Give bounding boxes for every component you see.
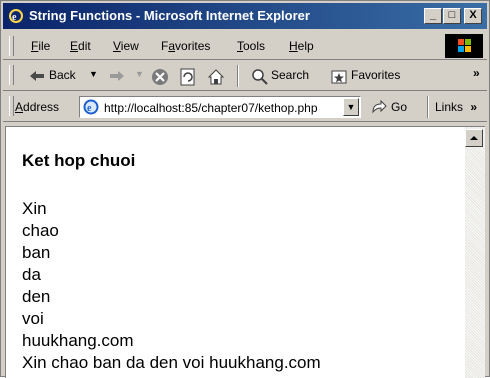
- windows-flag-icon: [458, 39, 471, 52]
- address-toolbar: Address e http://localhost:85/chapter07/…: [3, 92, 487, 122]
- favorites-icon: [331, 70, 347, 84]
- address-url[interactable]: http://localhost:85/chapter07/kethop.php: [104, 101, 342, 115]
- output-line: Xin: [22, 199, 47, 218]
- windows-logo: [445, 34, 483, 58]
- minimize-button[interactable]: _: [424, 8, 442, 24]
- menu-help[interactable]: Help: [289, 39, 314, 53]
- svg-text:e: e: [87, 103, 92, 114]
- menu-tools[interactable]: Tools: [237, 39, 265, 53]
- toolbar-overflow-chevron[interactable]: »: [473, 66, 480, 80]
- favorites-button[interactable]: Favorites: [351, 68, 400, 82]
- stop-icon[interactable]: [151, 68, 169, 86]
- scroll-up-button[interactable]: [465, 129, 483, 147]
- ie-logo-icon: e: [9, 9, 23, 23]
- toolbar-separator: [237, 65, 239, 87]
- home-icon[interactable]: [207, 68, 225, 86]
- output-line: voi: [22, 309, 44, 328]
- page-heading: Ket hop chuoi: [22, 151, 136, 170]
- links-label: Links: [435, 100, 464, 114]
- standard-toolbar: Back ▼ ▼ Search Favorites »: [3, 61, 487, 91]
- links-overflow-chevron[interactable]: »: [470, 100, 477, 114]
- vertical-scrollbar[interactable]: [465, 127, 485, 378]
- menu-grip[interactable]: [9, 36, 14, 56]
- search-button[interactable]: Search: [271, 68, 309, 82]
- menu-favorites[interactable]: Favorites: [161, 39, 210, 53]
- menu-view[interactable]: View: [113, 39, 139, 53]
- window-title: String Functions - Microsoft Internet Ex…: [29, 8, 310, 23]
- back-dropdown-icon[interactable]: ▼: [89, 69, 98, 79]
- menu-file[interactable]: File: [31, 39, 50, 53]
- address-label: Address: [15, 100, 60, 114]
- title-bar[interactable]: e String Functions - Microsoft Internet …: [3, 3, 487, 29]
- ie-page-icon: e: [83, 99, 99, 115]
- go-arrow-icon: [372, 100, 387, 114]
- output-line: chao: [22, 221, 59, 240]
- links-separator: [427, 96, 429, 118]
- close-button[interactable]: X: [464, 8, 482, 24]
- links-toolbar[interactable]: Links »: [435, 100, 477, 114]
- menu-bar: File Edit View Favorites Tools Help: [3, 32, 487, 60]
- browser-window: e String Functions - Microsoft Internet …: [0, 0, 490, 378]
- forward-dropdown-icon[interactable]: ▼: [135, 69, 144, 79]
- back-arrow-icon: [30, 71, 44, 81]
- maximize-button[interactable]: □: [443, 8, 461, 24]
- forward-arrow-icon: [110, 71, 124, 81]
- forward-button[interactable]: ▼: [107, 64, 147, 88]
- output-line: den: [22, 287, 51, 306]
- svg-text:e: e: [12, 12, 17, 23]
- menu-edit[interactable]: Edit: [70, 39, 91, 53]
- output-line: ban: [22, 243, 51, 262]
- output-line-joined: Xin chao ban da den voi huukhang.com: [22, 353, 321, 372]
- search-icon: [252, 69, 268, 85]
- back-label: Back: [49, 68, 76, 82]
- output-line: huukhang.com: [22, 331, 134, 350]
- toolbar-grip[interactable]: [9, 65, 14, 85]
- page-viewport: Ket hop chuoi Xin chao ban da den voi hu…: [5, 126, 485, 378]
- back-button[interactable]: Back ▼: [25, 64, 101, 88]
- address-dropdown-icon[interactable]: ▼: [343, 98, 359, 116]
- scroll-up-arrow-icon: [470, 136, 478, 140]
- address-grip[interactable]: [9, 96, 14, 116]
- address-field[interactable]: e http://localhost:85/chapter07/kethop.p…: [79, 96, 361, 118]
- output-line: da: [22, 265, 41, 284]
- refresh-icon[interactable]: [179, 68, 197, 86]
